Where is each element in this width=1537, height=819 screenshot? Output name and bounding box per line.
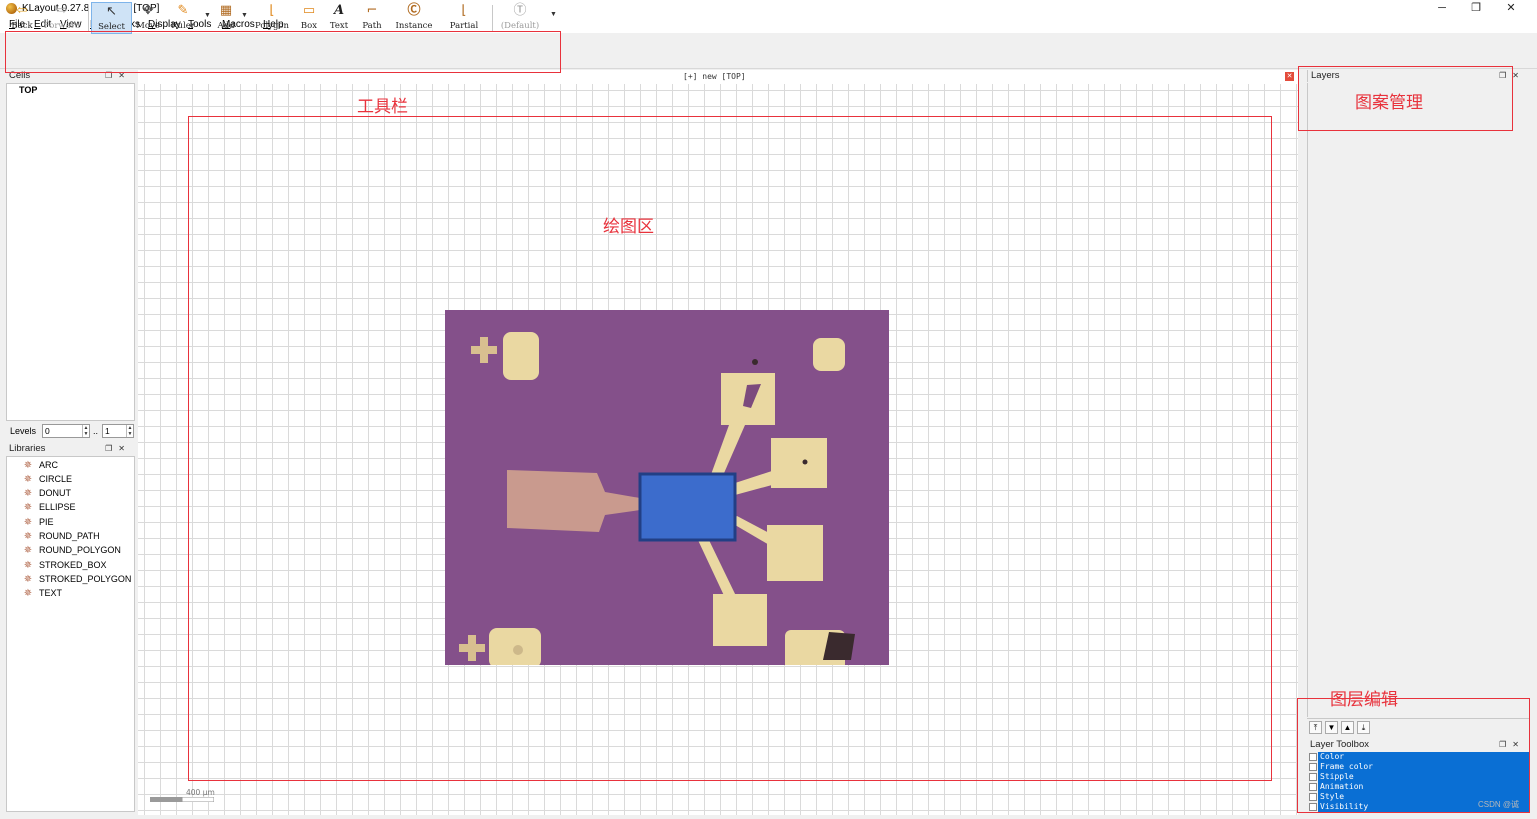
ruler-tool-button[interactable]: ✎ Ruler bbox=[167, 2, 199, 34]
instance-tool-button[interactable]: Ⓒ Instance bbox=[392, 2, 436, 34]
path-icon: ⌐ bbox=[366, 3, 378, 18]
back-button[interactable]: ⇦ Back bbox=[7, 2, 37, 34]
layers-list[interactable] bbox=[1307, 83, 1529, 717]
select-tool-button[interactable]: ↖ Select bbox=[91, 2, 132, 34]
layer-edit-highlight-box bbox=[1297, 698, 1530, 813]
minimize-button[interactable]: ─ bbox=[1425, 0, 1459, 18]
default-style-button[interactable]: Ⓣ (Default) bbox=[497, 2, 543, 34]
layer-edit-annotation-label: 图层编辑 bbox=[1330, 690, 1398, 710]
cursor-arrow-icon: ↖ bbox=[106, 4, 117, 19]
libraries-panel-header: Libraries ❐✕ bbox=[6, 443, 135, 455]
toolbar-annotation-label: 工具栏 bbox=[357, 97, 408, 117]
levels-row: Levels 0 ▲ ▼ .. 1 ▲ ▼ bbox=[6, 423, 135, 439]
levels-separator: .. bbox=[93, 426, 99, 436]
drawing-area-annotation-label: 绘图区 bbox=[603, 217, 654, 237]
forward-button[interactable]: ⇨ Forward bbox=[42, 2, 82, 34]
path-tool-button[interactable]: ⌐ Path bbox=[358, 2, 386, 34]
panel-float-close-icon[interactable]: ❐✕ bbox=[105, 443, 131, 455]
gear-icon: ✵ bbox=[23, 460, 33, 471]
gear-icon: ✵ bbox=[23, 474, 33, 485]
library-item[interactable]: ✵ STROKED_BOX bbox=[7, 558, 107, 572]
watermark: CSDN @诚 bbox=[1478, 800, 1520, 809]
library-item[interactable]: ✵ ROUND_PATH bbox=[7, 529, 100, 543]
toolbar-separator bbox=[492, 5, 493, 31]
cells-tree[interactable]: TOP bbox=[6, 83, 135, 421]
close-window-button[interactable]: ✕ bbox=[1494, 0, 1528, 18]
ruler-pencil-icon: ✎ bbox=[177, 3, 189, 18]
restore-button[interactable]: ❐ bbox=[1459, 0, 1493, 18]
polygon-icon: ⌊ bbox=[269, 3, 275, 18]
box-tool-button[interactable]: ▭ Box bbox=[297, 2, 321, 34]
polygon-tool-button[interactable]: ⌊ Polygon bbox=[253, 2, 291, 34]
gear-icon: ✵ bbox=[23, 488, 33, 499]
spinner-arrows-icon[interactable]: ▲ ▼ bbox=[126, 425, 133, 437]
text-style-icon: Ⓣ bbox=[513, 3, 527, 18]
cell-item-top[interactable]: TOP bbox=[19, 85, 37, 95]
add-tool-button[interactable]: ▦ Add bbox=[213, 2, 239, 34]
gear-icon: ✵ bbox=[23, 517, 33, 528]
gear-icon: ✵ bbox=[23, 560, 33, 571]
library-item[interactable]: ✵ STROKED_POLYGON bbox=[7, 572, 132, 586]
text-tool-button[interactable]: A Text bbox=[327, 2, 351, 34]
move-cross-icon: ✥ bbox=[142, 3, 154, 18]
scale-bar bbox=[150, 797, 214, 802]
gear-icon: ✵ bbox=[23, 588, 33, 599]
instance-c-icon: Ⓒ bbox=[407, 3, 421, 18]
back-arrow-icon: ⇦ bbox=[16, 3, 28, 18]
partial-edit-icon: ⌊ bbox=[461, 3, 467, 18]
library-item[interactable]: ✵ CIRCLE bbox=[7, 472, 72, 486]
levels-to-spinner[interactable]: 1 ▲ ▼ bbox=[102, 424, 134, 438]
library-item[interactable]: ✵ DONUT bbox=[7, 486, 71, 500]
library-item[interactable]: ✵ TEXT bbox=[7, 586, 62, 600]
toolbar-overflow-arrow-icon[interactable]: ▼ bbox=[550, 11, 557, 18]
libraries-panel-title: Libraries bbox=[9, 443, 46, 454]
add-dropdown-arrow-icon[interactable]: ▼ bbox=[241, 12, 248, 19]
gear-icon: ✵ bbox=[23, 531, 33, 542]
libraries-tree[interactable]: ✵ ARC ✵ CIRCLE ✵ DONUT ✵ ELLIPSE ✵ PIE ✵ ROUND… bbox=[6, 456, 135, 812]
ruler-dropdown-arrow-icon[interactable]: ▼ bbox=[204, 12, 211, 19]
pattern-mgmt-annotation-label: 图案管理 bbox=[1355, 93, 1423, 113]
gear-icon: ✵ bbox=[23, 502, 33, 513]
gear-icon: ✵ bbox=[23, 574, 33, 585]
scale-label: 400 μm bbox=[186, 788, 215, 797]
library-item[interactable]: ✵ ARC bbox=[7, 458, 58, 472]
levels-from-spinner[interactable]: 0 ▲ ▼ bbox=[42, 424, 90, 438]
add-cell-icon: ▦ bbox=[219, 3, 233, 18]
gear-icon: ✵ bbox=[23, 545, 33, 556]
library-item[interactable]: ✵ ELLIPSE bbox=[7, 500, 76, 514]
move-tool-button[interactable]: ✥ Move bbox=[135, 2, 161, 34]
box-icon: ▭ bbox=[302, 3, 316, 18]
forward-arrow-icon: ⇨ bbox=[56, 3, 68, 18]
canvas-tab-title[interactable]: [+] new [TOP] bbox=[683, 72, 746, 81]
spinner-arrows-icon[interactable]: ▲ ▼ bbox=[82, 425, 89, 437]
library-item[interactable]: ✵ PIE bbox=[7, 515, 54, 529]
close-tab-icon[interactable]: ✕ bbox=[1285, 72, 1294, 81]
drawing-area-highlight-box bbox=[188, 116, 1272, 781]
library-item[interactable]: ✵ ROUND_POLYGON bbox=[7, 543, 121, 557]
partial-tool-button[interactable]: ⌊ Partial bbox=[443, 2, 485, 34]
toolbar-separator bbox=[88, 5, 89, 31]
levels-label: Levels bbox=[10, 426, 37, 436]
text-a-icon: A bbox=[333, 3, 345, 18]
toolbar-highlight-box bbox=[5, 31, 561, 73]
